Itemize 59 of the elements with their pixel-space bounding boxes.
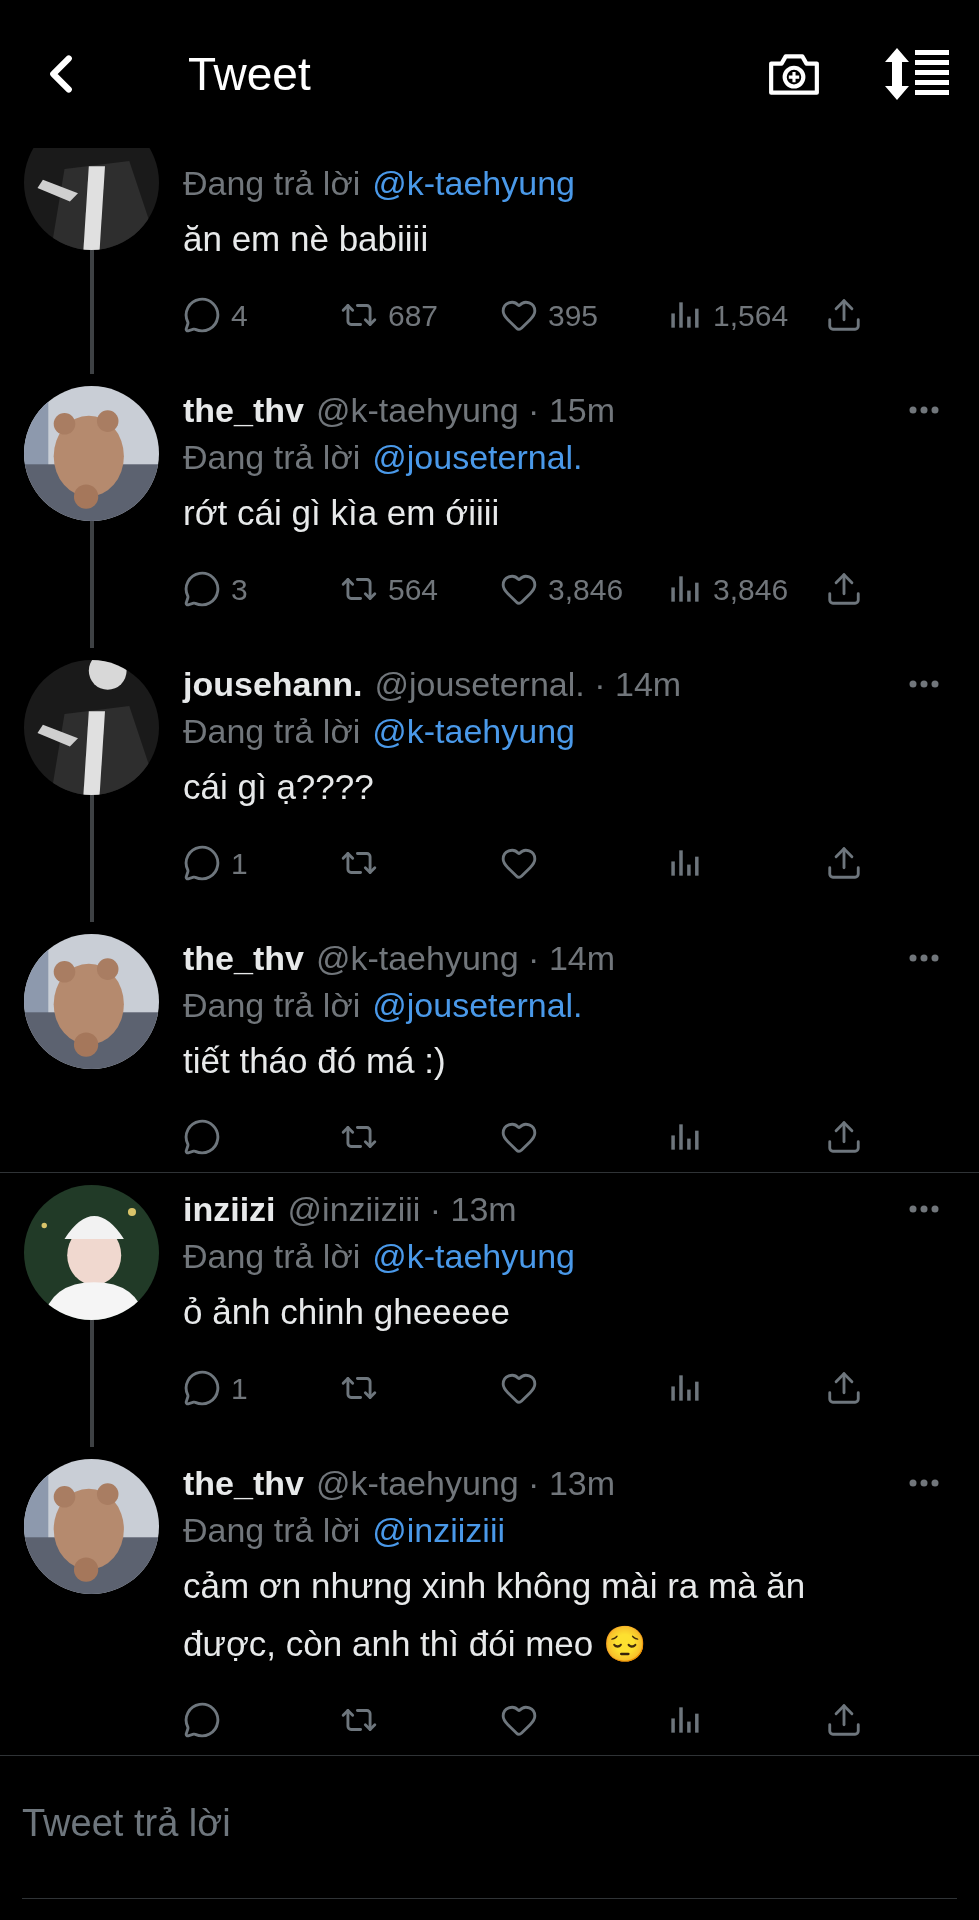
share-icon[interactable] (825, 844, 863, 882)
replying-to-label: Đang trả lời (183, 710, 361, 752)
tweet-text: tiết tháo đó má :) (183, 1040, 447, 1082)
reply-icon[interactable] (183, 1701, 221, 1739)
user-name[interactable]: the_thv (183, 1457, 304, 1509)
replying-to-label: Đang trả lời (183, 436, 361, 478)
reply-icon[interactable] (183, 1118, 221, 1156)
action-count: 3 (231, 571, 248, 608)
more-icon[interactable] (909, 1479, 939, 1487)
replying-to-label: Đang trả lời (183, 162, 361, 204)
replying-to-label: Đang trả lời (183, 1235, 361, 1277)
user-name[interactable]: the_thv (183, 932, 304, 984)
tweet-text: cảm ơn nhưng xinh không mài ra mà ăn được, còn anh thì đói meo 😔 (183, 1565, 807, 1665)
action-count: 4 (231, 297, 248, 334)
replying-to-label: Đang trả lời (183, 984, 361, 1026)
action-count: 3,846 (713, 571, 789, 608)
sort-icon[interactable] (885, 48, 949, 100)
action-count: 687 (388, 297, 439, 334)
share-icon[interactable] (825, 1118, 863, 1156)
action-count: 1 (231, 845, 248, 882)
user-name[interactable]: inziizi (183, 1183, 276, 1235)
replying-to-label: Đang trả lời (183, 1509, 361, 1551)
mention-link[interactable]: @k-taehyung (372, 1230, 575, 1282)
more-icon[interactable] (909, 406, 939, 414)
mention-link[interactable]: @k-taehyung (372, 157, 575, 209)
handle-time: @k-taehyung · 15m (315, 389, 615, 431)
more-icon[interactable] (909, 1205, 939, 1213)
handle-time: @inziiziii · 13m (287, 1188, 517, 1230)
mention-link[interactable]: @jouseternal. (372, 431, 583, 483)
action-count: 564 (388, 571, 439, 608)
tweet-text: ỏ ảnh chinh gheeeee (183, 1291, 511, 1333)
reply-icon[interactable] (183, 570, 221, 608)
tweet-text: rớt cái gì kìa em ớiiii (183, 492, 501, 534)
share-icon[interactable] (825, 1701, 863, 1739)
more-icon[interactable] (909, 680, 939, 688)
more-icon[interactable] (909, 954, 939, 962)
reply-icon[interactable] (183, 1369, 221, 1407)
handle-time: @k-taehyung · 13m (315, 1462, 615, 1504)
tweet-text: ăn em nè babiiii (183, 218, 430, 260)
reply-field[interactable]: Tweet trả lời (22, 1778, 957, 1868)
reply-icon[interactable] (183, 296, 221, 334)
share-icon[interactable] (825, 570, 863, 608)
mention-link[interactable]: @inziiziii (372, 1504, 505, 1556)
share-icon[interactable] (825, 1369, 863, 1407)
action-count: 1,564 (713, 297, 789, 334)
mention-link[interactable]: @jouseternal. (372, 979, 583, 1031)
reply-icon[interactable] (183, 844, 221, 882)
action-count: 395 (548, 297, 599, 334)
page-title: Tweet (188, 46, 311, 102)
mention-link[interactable]: @k-taehyung (372, 705, 575, 757)
share-icon[interactable] (825, 296, 863, 334)
action-count: 3,846 (548, 571, 624, 608)
user-name[interactable]: the_thv (183, 384, 304, 436)
handle-time: @k-taehyung · 14m (315, 937, 615, 979)
camera-plus-icon[interactable] (767, 51, 821, 97)
action-count: 1 (231, 1370, 248, 1407)
handle-time: @jouseternal. · 14m (374, 663, 682, 705)
tweet-text: cái gì ạ???? (183, 766, 375, 808)
user-name[interactable]: jousehann. (183, 658, 363, 710)
